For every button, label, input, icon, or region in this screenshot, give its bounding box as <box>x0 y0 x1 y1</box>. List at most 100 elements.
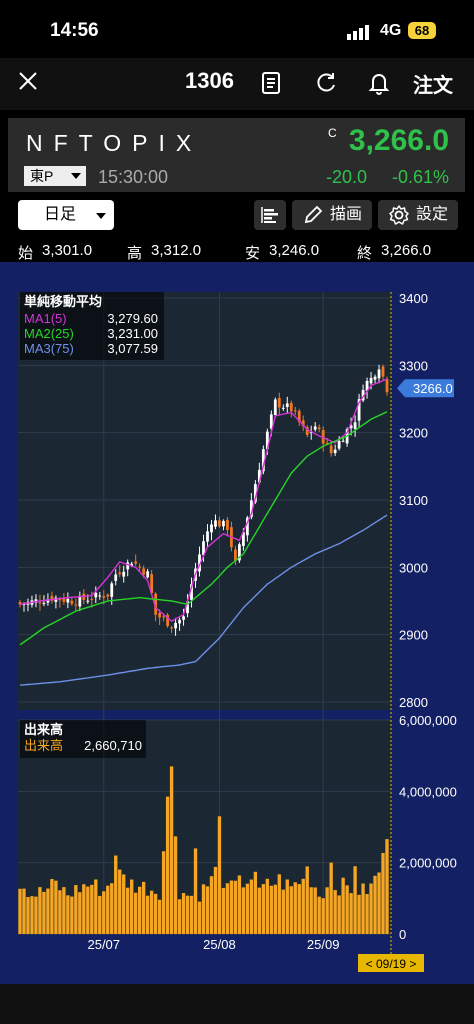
volume-bar <box>42 891 46 934</box>
status-bar: 14:56 4G 68 <box>0 0 474 58</box>
candle-body <box>110 583 114 597</box>
volume-bar <box>237 875 242 934</box>
volume-bar <box>225 883 230 934</box>
candle-body <box>329 445 333 454</box>
date-tick-label: 25/09 <box>307 937 340 952</box>
volume-bar <box>265 878 270 934</box>
candle-body <box>218 520 221 527</box>
volume-bar <box>30 896 34 934</box>
period-select[interactable]: 日足 <box>18 200 114 230</box>
volume-bar <box>233 880 238 934</box>
volume-bar <box>305 866 309 934</box>
volume-bar <box>185 895 190 934</box>
candle-body <box>337 440 341 449</box>
close-label: 終 <box>357 245 373 262</box>
volume-bar <box>189 895 194 934</box>
volume-bar <box>22 888 26 934</box>
candle-body <box>170 627 173 629</box>
low-value: 3,246.0 <box>269 242 320 259</box>
market-label: 東P <box>30 168 54 184</box>
volume-bar <box>289 886 293 934</box>
volume-bar <box>285 879 289 934</box>
volume-bar <box>241 887 246 934</box>
order-button[interactable]: 注文 <box>413 69 453 98</box>
volume-bar <box>102 891 106 934</box>
volume-bar <box>209 876 214 934</box>
candle-body <box>146 571 150 578</box>
chart-canvas[interactable]: 3400 3300 3200 3100 3000 2900 2800 6,000,000 4,… <box>0 262 474 984</box>
candle-body <box>210 524 213 533</box>
volume-series-name: 出来高 <box>24 738 63 753</box>
close-icon[interactable] <box>17 70 39 92</box>
volume-bar <box>106 885 110 934</box>
top-nav: 1306 注文 <box>0 58 474 110</box>
volume-bar <box>297 884 301 934</box>
volume-bar <box>325 887 329 934</box>
indicator-button[interactable] <box>254 200 286 230</box>
volume-bar <box>114 855 118 934</box>
volume-bar <box>70 896 74 934</box>
quote-time: 15:30:00 <box>98 167 169 187</box>
volume-bar <box>90 884 94 934</box>
date-marker: < 09/19 > <box>366 957 417 971</box>
stock-chart[interactable]: 3400 3300 3200 3100 3000 2900 2800 6,000,000 4,… <box>0 262 474 984</box>
open-value: 3,301.0 <box>42 242 93 259</box>
bars-icon <box>261 207 278 223</box>
candle-body <box>134 561 138 564</box>
bell-icon[interactable] <box>366 70 392 96</box>
candle-body <box>285 403 289 408</box>
volume-bar <box>66 895 70 934</box>
ma2-value: 3,231.00 <box>107 326 158 341</box>
document-icon[interactable] <box>258 70 284 96</box>
volume-bar <box>94 879 98 934</box>
volume-value: 2,660,710 <box>84 738 142 753</box>
volume-bar <box>201 884 206 934</box>
volume-bar <box>361 883 365 934</box>
current-price: 3,266.0 <box>348 124 449 157</box>
candle-body <box>317 427 321 430</box>
candle-body <box>42 602 46 604</box>
settings-label: 設定 <box>416 206 449 223</box>
quote-panel: NFTOPIX 東P 15:30:00 C 3,266.0 -20.0 -0.6… <box>8 118 465 192</box>
volume-bar <box>18 888 22 934</box>
ma3-name: MA3(75) <box>24 341 74 356</box>
low-label: 安 <box>245 245 261 262</box>
candle-body <box>102 596 106 598</box>
candle-body <box>226 519 229 530</box>
candle-body <box>162 616 166 618</box>
draw-label: 描画 <box>330 206 363 223</box>
volume-bar <box>118 869 122 934</box>
candle-body <box>86 600 90 602</box>
date-tick-label: 25/07 <box>87 937 120 952</box>
volume-bar <box>213 866 218 934</box>
ma-legend-title: 単純移動平均 <box>24 294 102 309</box>
refresh-icon[interactable] <box>313 70 339 96</box>
volume-bar <box>257 887 262 934</box>
volume-tick-label: 6,000,000 <box>399 713 457 728</box>
volume-legend: 出来高 出来高 2,660,710 <box>20 720 146 758</box>
volume-bar <box>385 839 389 934</box>
battery-icon: 68 <box>408 22 436 39</box>
price-tick-label: 3200 <box>399 426 428 441</box>
ma3-value: 3,077.59 <box>107 341 158 356</box>
candle-body <box>313 426 317 430</box>
volume-bar <box>365 894 369 934</box>
candle-body <box>70 600 74 604</box>
volume-bar <box>26 897 30 934</box>
open-label: 始 <box>18 245 34 262</box>
settings-button[interactable]: 設定 <box>378 200 458 230</box>
volume-bar <box>333 890 337 934</box>
volume-bar <box>34 896 38 934</box>
candle-body <box>178 619 181 624</box>
market-select[interactable]: 東P <box>24 166 86 186</box>
candle-body <box>214 520 217 527</box>
high-value: 3,312.0 <box>151 242 202 259</box>
candle-body <box>373 376 377 380</box>
volume-bar <box>149 890 154 934</box>
draw-button[interactable]: 描画 <box>292 200 372 230</box>
volume-bar <box>353 866 357 934</box>
volume-bar <box>229 880 234 934</box>
volume-bar <box>110 883 114 934</box>
candle-body <box>66 598 70 603</box>
volume-bar <box>321 898 325 934</box>
